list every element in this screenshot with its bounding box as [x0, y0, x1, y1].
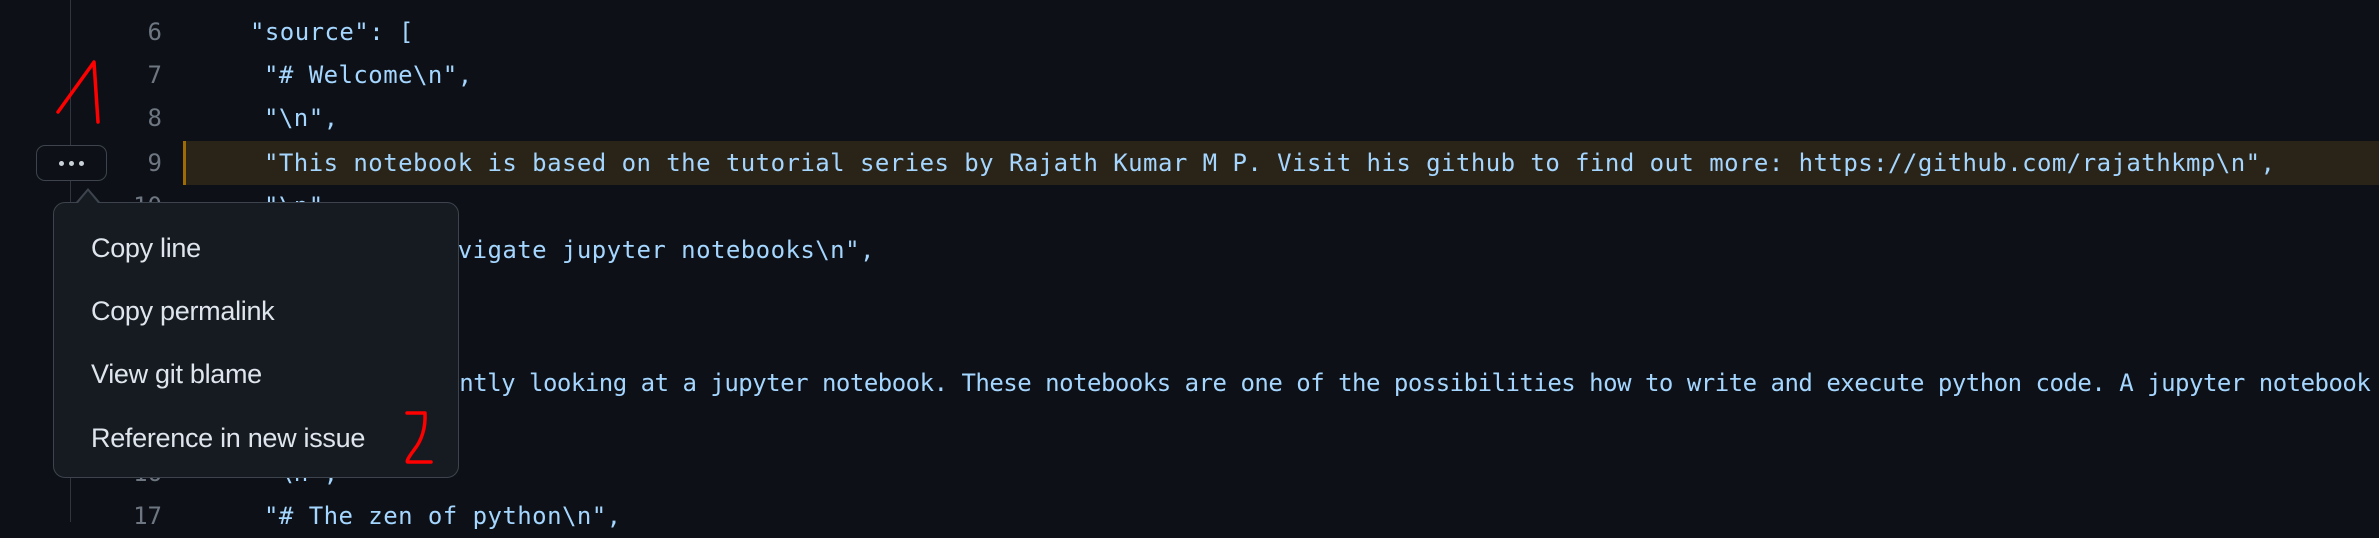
- line-number[interactable]: 8: [120, 96, 162, 140]
- code-text: "# The zen of python\n",: [264, 502, 622, 530]
- line-number[interactable]: 17: [120, 494, 162, 538]
- line-options-button[interactable]: [36, 145, 107, 181]
- line-number[interactable]: 9: [120, 141, 162, 185]
- code-text: "source": [: [250, 18, 414, 46]
- code-line-17: 17 "# The zen of python\n",: [0, 494, 2379, 538]
- menu-item-copy-permalink[interactable]: Copy permalink: [91, 291, 275, 331]
- line-options-menu: Copy line Copy permalink View git blame …: [53, 202, 459, 478]
- menu-item-copy-line[interactable]: Copy line: [91, 228, 201, 268]
- kebab-horizontal-icon: [59, 160, 64, 166]
- code-line-7: 7 "# Welcome\n",: [0, 53, 2379, 97]
- code-line-8: 8 "\n",: [0, 96, 2379, 140]
- code-text: "# Welcome\n",: [264, 61, 473, 89]
- code-text: "You are currently looking at a jupyter …: [264, 369, 2371, 397]
- menu-caret-fill: [78, 191, 98, 203]
- line-number[interactable]: 7: [120, 53, 162, 97]
- code-line-6: 6 "source": [: [0, 10, 2379, 54]
- menu-item-reference-in-new-issue[interactable]: Reference in new issue: [91, 418, 365, 458]
- menu-item-view-git-blame[interactable]: View git blame: [91, 354, 262, 394]
- code-line-9: 9 "This notebook is based on the tutoria…: [0, 141, 2379, 185]
- kebab-dot: [69, 160, 74, 166]
- kebab-dot: [79, 160, 84, 166]
- code-text: "This notebook is based on the tutorial …: [264, 149, 2276, 177]
- line-number[interactable]: 6: [120, 10, 162, 54]
- code-text: "\n",: [264, 104, 339, 132]
